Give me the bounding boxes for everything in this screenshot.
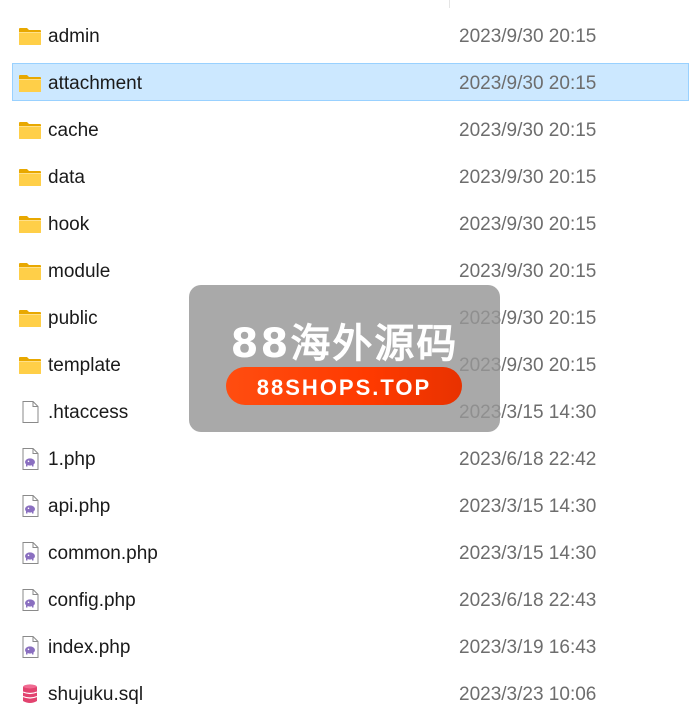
file-row[interactable]: config.php 2023/6/18 22:43 [0, 578, 690, 625]
folder-icon [18, 72, 42, 94]
file-row[interactable]: admin 2023/9/30 20:15 [0, 14, 690, 61]
file-row[interactable]: 1.php 2023/6/18 22:42 [0, 437, 690, 484]
file-name[interactable]: shujuku.sql [48, 684, 143, 706]
watermark-url: 88SHOPS.TOP [256, 375, 432, 400]
php-file-icon [18, 589, 42, 611]
folder-icon [18, 213, 42, 235]
file-name[interactable]: index.php [48, 637, 130, 659]
folder-icon [18, 354, 42, 376]
file-date-modified: 2023/3/19 16:43 [459, 637, 597, 658]
file-name[interactable]: 1.php [48, 449, 96, 471]
file-name[interactable]: hook [48, 214, 89, 236]
file-date-modified: 2023/3/15 14:30 [459, 496, 597, 517]
php-file-icon [18, 495, 42, 517]
file-row[interactable]: data 2023/9/30 20:15 [0, 155, 690, 202]
file-explorer: admin 2023/9/30 20:15 attachment 2023/9/30 … [0, 0, 690, 717]
watermark-title: 88海外源码 [230, 321, 459, 367]
file-name[interactable]: admin [48, 26, 100, 48]
file-name[interactable]: api.php [48, 496, 110, 518]
folder-icon [18, 260, 42, 282]
folder-icon [18, 307, 42, 329]
watermark-overlay: 88海外源码 88SHOPS.TOP [189, 285, 500, 432]
watermark-url-badge: 88SHOPS.TOP [226, 367, 462, 405]
file-date-modified: 2023/6/18 22:42 [459, 449, 597, 470]
blank-file-icon [18, 401, 42, 423]
file-name[interactable]: public [48, 308, 98, 330]
file-name[interactable]: .htaccess [48, 402, 128, 424]
file-name[interactable]: module [48, 261, 110, 283]
file-name[interactable]: data [48, 167, 85, 189]
file-date-modified: 2023/6/18 22:43 [459, 590, 597, 611]
file-row[interactable]: hook 2023/9/30 20:15 [0, 202, 690, 249]
file-row[interactable]: index.php 2023/3/19 16:43 [0, 625, 690, 672]
file-date-modified: 2023/9/30 20:15 [459, 214, 597, 235]
file-name[interactable]: template [48, 355, 121, 377]
php-file-icon [18, 542, 42, 564]
folder-icon [18, 166, 42, 188]
file-row[interactable]: common.php 2023/3/15 14:30 [0, 531, 690, 578]
php-file-icon [18, 448, 42, 470]
file-row[interactable]: attachment 2023/9/30 20:15 [0, 61, 690, 108]
php-file-icon [18, 636, 42, 658]
file-date-modified: 2023/9/30 20:15 [459, 26, 597, 47]
sql-file-icon [18, 683, 42, 705]
file-name[interactable]: attachment [48, 73, 142, 95]
file-date-modified: 2023/3/23 10:06 [459, 684, 597, 705]
column-divider[interactable] [449, 0, 450, 8]
file-date-modified: 2023/9/30 20:15 [459, 261, 597, 282]
file-date-modified: 2023/9/30 20:15 [459, 167, 597, 188]
file-row[interactable]: shujuku.sql 2023/3/23 10:06 [0, 672, 690, 717]
folder-icon [18, 25, 42, 47]
file-date-modified: 2023/9/30 20:15 [459, 120, 597, 141]
file-date-modified: 2023/3/15 14:30 [459, 543, 597, 564]
file-row[interactable]: cache 2023/9/30 20:15 [0, 108, 690, 155]
file-row[interactable]: api.php 2023/3/15 14:30 [0, 484, 690, 531]
file-date-modified: 2023/9/30 20:15 [459, 73, 597, 94]
folder-icon [18, 119, 42, 141]
file-name[interactable]: common.php [48, 543, 158, 565]
file-name[interactable]: config.php [48, 590, 136, 612]
file-name[interactable]: cache [48, 120, 99, 142]
